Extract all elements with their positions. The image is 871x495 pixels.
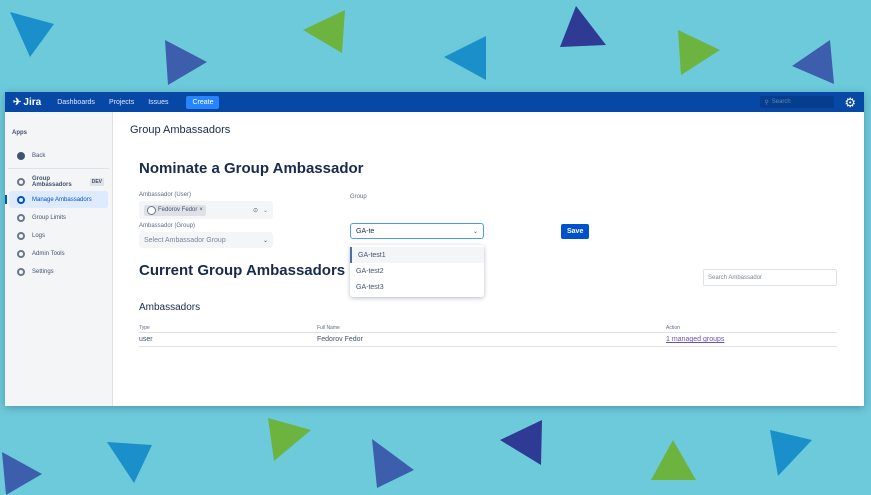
settings-icon [17, 213, 25, 222]
chevron-down-icon[interactable]: ⌄ [263, 207, 268, 214]
back-icon [17, 151, 25, 160]
app-icon [17, 177, 25, 186]
settings-icon [17, 267, 25, 276]
managed-groups-link[interactable]: 1 managed groups [666, 336, 724, 343]
chevron-down-icon: ⌄ [472, 228, 478, 235]
sidebar-back[interactable]: Back [9, 147, 108, 164]
column-action: Action [666, 324, 680, 331]
settings-icon [17, 231, 25, 240]
settings-icon [17, 195, 25, 204]
table-title: Ambassadors [139, 302, 201, 313]
cell-name: Fedorov Fedor [317, 336, 363, 343]
column-full-name[interactable]: Full Name [317, 325, 666, 331]
settings-icon [17, 249, 25, 258]
search-ambassador-input[interactable]: Search Ambassador [703, 269, 837, 286]
sidebar-section-title: Apps [12, 130, 27, 136]
current-heading: Current Group Ambassadors [139, 262, 346, 279]
nav-issues[interactable]: Issues [148, 99, 168, 106]
search-input[interactable]: ⚲ Search [760, 96, 835, 108]
sidebar: Apps Back Group Ambassadors DEV Manage Am… [5, 112, 113, 406]
group-option[interactable]: GA-test1 [350, 247, 484, 263]
dev-badge: DEV [89, 177, 104, 186]
table-row: user Fedorov Fedor 1 managed groups [139, 333, 837, 347]
sidebar-item-group-limits[interactable]: Group Limits [9, 209, 108, 226]
column-type[interactable]: Type [139, 325, 317, 331]
page-title: Group Ambassadors [130, 124, 231, 136]
sidebar-app-title[interactable]: Group Ambassadors DEV [9, 173, 108, 190]
table-header: Type Full Name Action [139, 325, 837, 333]
sidebar-item-logs[interactable]: Logs [9, 227, 108, 244]
search-icon: ⚲ [764, 99, 769, 106]
ambassador-group-select[interactable]: Select Ambassador Group ⌄ [139, 232, 273, 248]
nav-dashboards[interactable]: Dashboards [57, 99, 95, 106]
jira-window: ✈ Jira Dashboards Projects Issues Create … [5, 92, 864, 406]
group-label: Group [350, 194, 367, 200]
user-chip: Fedorov Fedor × [144, 204, 206, 216]
group-select[interactable]: GA-te ⌄ [350, 223, 484, 239]
group-option[interactable]: GA-test3 [350, 279, 484, 295]
jira-icon: ✈ [13, 96, 22, 108]
ambassadors-table: Type Full Name Action user Fedorov Fedor 1 m… [139, 325, 837, 347]
nav-projects[interactable]: Projects [109, 99, 134, 106]
group-ambassador-label: Ambassador (Group) [139, 223, 196, 229]
sidebar-item-admin-tools[interactable]: Admin Tools [9, 245, 108, 262]
chevron-down-icon: ⌄ [262, 237, 268, 244]
sidebar-item-settings[interactable]: Settings [9, 263, 108, 280]
main-content: Group Ambassadors Nominate a Group Ambas… [130, 112, 864, 406]
user-select[interactable]: Fedorov Fedor × ⊙ ⌄ [139, 201, 273, 219]
cell-type: user [139, 336, 153, 343]
group-dropdown: GA-test1 GA-test2 GA-test3 [350, 245, 484, 297]
save-button[interactable]: Save [561, 224, 590, 239]
nominate-heading: Nominate a Group Ambassador [139, 160, 364, 177]
group-option[interactable]: GA-test2 [350, 263, 484, 279]
divider [8, 168, 109, 169]
clear-icon[interactable]: ⊙ [253, 207, 258, 214]
user-label: Ambassador (User) [139, 192, 192, 198]
sidebar-item-manage-ambassadors[interactable]: Manage Ambassadors [5, 191, 108, 208]
remove-icon[interactable]: × [199, 207, 203, 213]
gear-icon[interactable]: ⚙ [844, 96, 856, 109]
top-nav: ✈ Jira Dashboards Projects Issues Create … [5, 92, 864, 112]
jira-logo[interactable]: ✈ Jira [13, 97, 41, 108]
avatar-icon [147, 205, 156, 215]
create-button[interactable]: Create [186, 95, 220, 109]
